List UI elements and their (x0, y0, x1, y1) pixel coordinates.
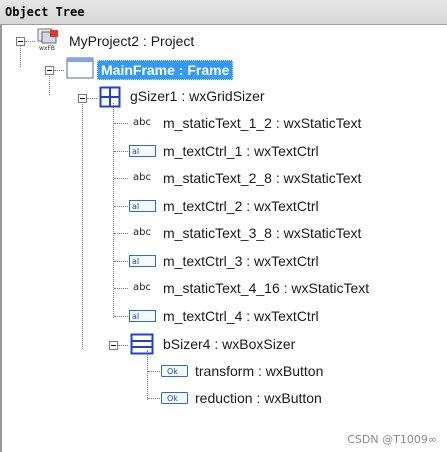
tree-item-button[interactable]: transform : wxButton (195, 362, 323, 380)
button-icon: Ok (161, 392, 188, 404)
grid-sizer-icon (99, 86, 121, 108)
tree-item-widget[interactable]: m_staticText_3_8 : wxStaticText (163, 224, 361, 242)
svg-text:aI: aI (132, 147, 139, 156)
tree-connector (147, 350, 148, 400)
tree-item-bsizer4[interactable]: bSizer4 : wxBoxSizer (163, 335, 295, 353)
static-text-icon: abc (133, 172, 151, 183)
tree-connector (113, 103, 114, 318)
collapse-toggle[interactable] (109, 341, 118, 350)
tree-item-widget[interactable]: m_textCtrl_3 : wxTextCtrl (163, 252, 319, 270)
text-ctrl-icon: aI (129, 144, 156, 157)
object-tree-panel: Object Tree wxFB MyProject2 : Project Ma… (0, 0, 447, 452)
panel-header: Object Tree (0, 0, 447, 25)
static-text-icon: abc (133, 227, 151, 238)
static-text-icon: abc (133, 117, 151, 128)
collapse-toggle[interactable] (45, 66, 54, 75)
tree-item-widget[interactable]: m_textCtrl_1 : wxTextCtrl (163, 142, 319, 160)
button-icon: Ok (161, 365, 188, 377)
panel-title: Object Tree (5, 5, 85, 19)
tree-item-widget[interactable]: m_staticText_2_8 : wxStaticText (163, 169, 361, 187)
box-sizer-icon (130, 333, 154, 355)
collapse-toggle[interactable] (78, 94, 87, 103)
tree-item-widget[interactable]: m_staticText_1_2 : wxStaticText (163, 114, 361, 132)
svg-text:wxFB: wxFB (39, 45, 55, 52)
frame-window-icon (66, 57, 94, 79)
static-text-icon: abc (133, 282, 151, 293)
tree-item-widget[interactable]: m_textCtrl_2 : wxTextCtrl (163, 197, 319, 215)
tree-connector (82, 99, 83, 349)
svg-text:Ok: Ok (167, 394, 178, 403)
svg-text:Ok: Ok (167, 367, 178, 376)
tree-item-mainframe[interactable]: MainFrame : Frame (97, 60, 234, 80)
object-tree[interactable]: wxFB MyProject2 : Project MainFrame : Fr… (0, 25, 447, 452)
tree-item-widget[interactable]: m_staticText_4_16 : wxStaticText (163, 279, 369, 297)
svg-text:aI: aI (132, 257, 139, 266)
tree-item-project[interactable]: MyProject2 : Project (69, 32, 194, 50)
text-ctrl-icon: aI (129, 254, 156, 267)
text-ctrl-icon: aI (129, 309, 156, 322)
tree-item-gsizer1[interactable]: gSizer1 : wxGridSizer (130, 87, 265, 105)
text-ctrl-icon: aI (129, 199, 156, 212)
tree-item-widget[interactable]: m_textCtrl_4 : wxTextCtrl (163, 307, 319, 325)
collapse-toggle[interactable] (16, 37, 25, 46)
tree-connector (20, 43, 21, 67)
watermark: CSDN @T1009∞ (347, 433, 437, 446)
svg-text:aI: aI (132, 312, 139, 321)
wxfb-project-icon: wxFB (37, 28, 58, 52)
tree-item-button[interactable]: reduction : wxButton (195, 389, 322, 407)
svg-text:aI: aI (132, 202, 139, 211)
